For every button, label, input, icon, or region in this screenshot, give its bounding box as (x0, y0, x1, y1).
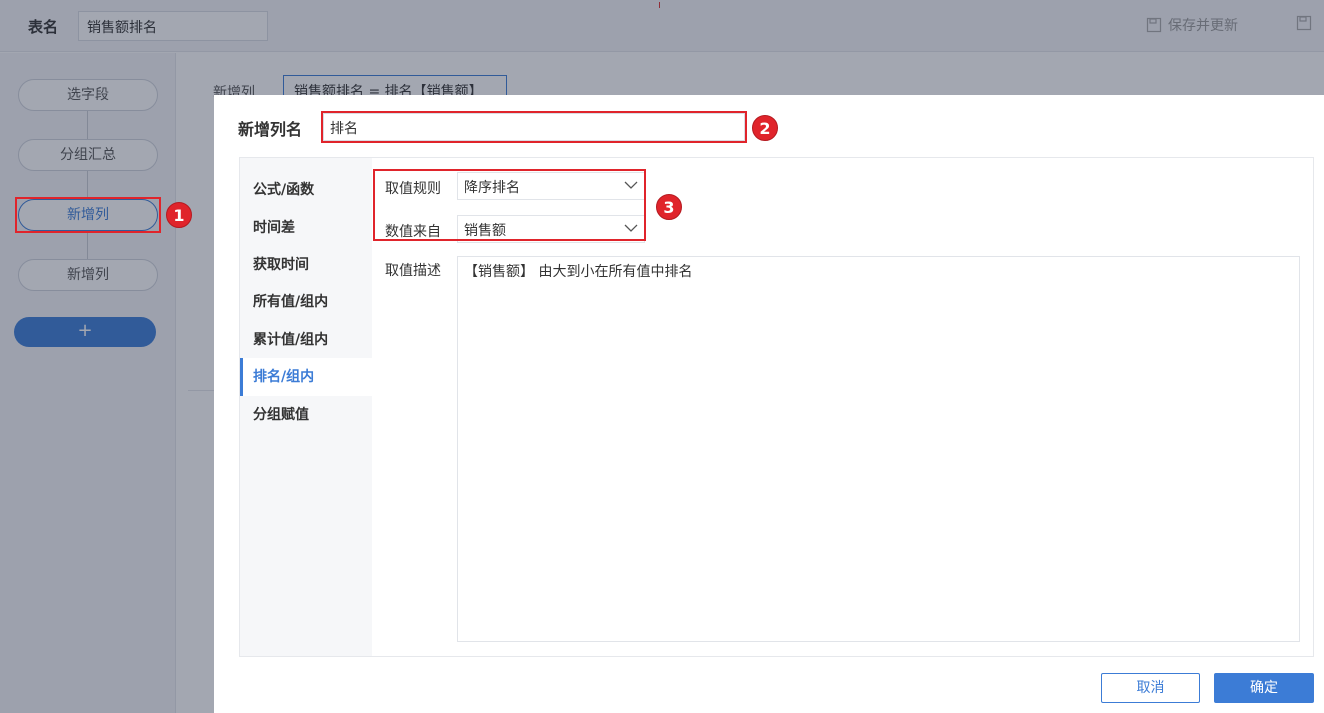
confirm-button[interactable]: 确定 (1214, 673, 1314, 703)
annotation-badge-1: 1 (166, 202, 192, 228)
annotation-box-1 (15, 197, 161, 233)
category-time-diff[interactable]: 时间差 (240, 209, 372, 247)
annotation-badge-3: 3 (656, 194, 682, 220)
category-group-assign[interactable]: 分组赋值 (240, 396, 372, 434)
annotation-badge-2: 2 (752, 115, 778, 141)
annotation-box-3 (373, 169, 646, 241)
description-box: 【销售额】 由大到小在所有值中排名 (457, 256, 1300, 642)
annotation-box-2 (321, 111, 747, 143)
cancel-button[interactable]: 取消 (1101, 673, 1200, 703)
function-category-list: 公式/函数 时间差 获取时间 所有值/组内 累计值/组内 排名/组内 分组赋值 (240, 158, 372, 656)
dialog-title: 新增列名 (238, 120, 303, 139)
category-all-values[interactable]: 所有值/组内 (240, 283, 372, 321)
category-formula[interactable]: 公式/函数 (240, 171, 372, 209)
category-cumulative[interactable]: 累计值/组内 (240, 321, 372, 359)
description-label: 取值描述 (385, 263, 441, 279)
category-get-time[interactable]: 获取时间 (240, 246, 372, 284)
category-rank[interactable]: 排名/组内 (240, 358, 372, 396)
